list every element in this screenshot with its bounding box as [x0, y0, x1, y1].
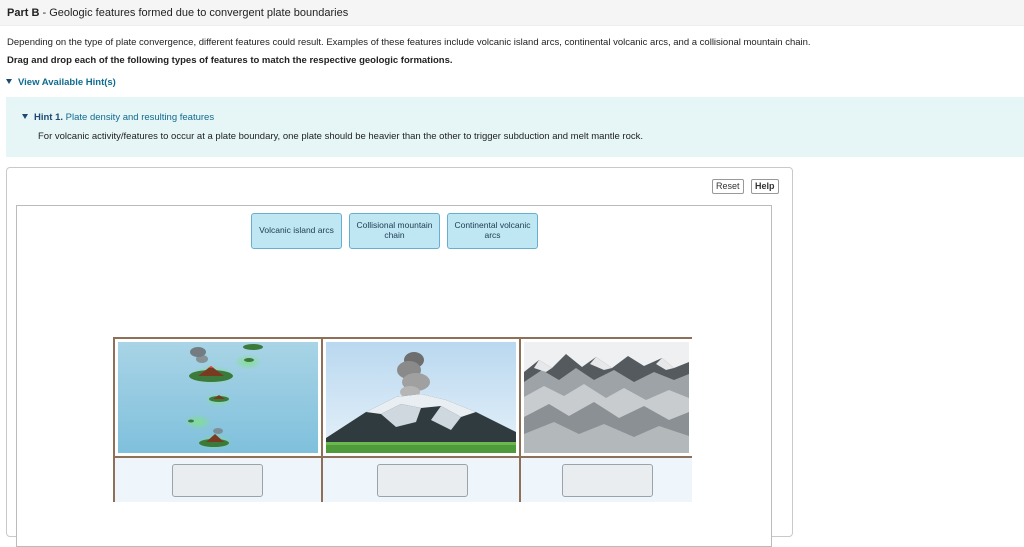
- hint-panel: Hint 1. Plate density and resulting feat…: [6, 97, 1024, 157]
- part-label: Part B: [7, 7, 40, 19]
- match-grid: [113, 337, 692, 502]
- part-title: Geologic features formed due to converge…: [49, 7, 349, 19]
- caret-down-icon: [6, 78, 12, 84]
- caret-down-icon: [22, 113, 28, 119]
- part-header: Part B - Geologic features formed due to…: [0, 0, 1024, 26]
- volcanic-island-arc-image: [115, 339, 321, 456]
- label-continental-volcanic-arcs[interactable]: Continental volcanic arcs: [447, 213, 538, 249]
- label-bank: Volcanic island arcs Collisional mountai…: [16, 205, 772, 258]
- label-collisional-mountain-chain[interactable]: Collisional mountain chain: [349, 213, 440, 249]
- drop-area: [16, 257, 772, 547]
- drag-drop-widget: Reset Help Volcanic island arcs Collisio…: [6, 167, 793, 547]
- drop-cell-1: [115, 458, 321, 502]
- help-button[interactable]: Help: [751, 179, 779, 194]
- hint-title: Plate density and resulting features: [63, 112, 215, 123]
- label-volcanic-island-arcs[interactable]: Volcanic island arcs: [251, 213, 342, 249]
- hint-number: Hint 1.: [34, 112, 64, 123]
- hint-1-toggle[interactable]: Hint 1. Plate density and resulting feat…: [22, 112, 214, 123]
- continental-volcano-image: [323, 339, 519, 456]
- drop-target-2[interactable]: [377, 464, 468, 497]
- mountain-range-image: [521, 339, 692, 456]
- drop-cell-3: [521, 458, 692, 502]
- intro-text: Depending on the type of plate convergen…: [7, 37, 811, 48]
- reset-button[interactable]: Reset: [712, 179, 744, 194]
- view-hints-toggle[interactable]: View Available Hint(s): [6, 77, 116, 88]
- drop-cell-2: [323, 458, 519, 502]
- instruction-text: Drag and drop each of the following type…: [7, 55, 453, 66]
- drop-target-1[interactable]: [172, 464, 263, 497]
- view-hints-label: View Available Hint(s): [18, 77, 116, 88]
- drop-target-3[interactable]: [562, 464, 653, 497]
- hint-body: For volcanic activity/features to occur …: [38, 131, 644, 142]
- part-separator: -: [39, 7, 50, 19]
